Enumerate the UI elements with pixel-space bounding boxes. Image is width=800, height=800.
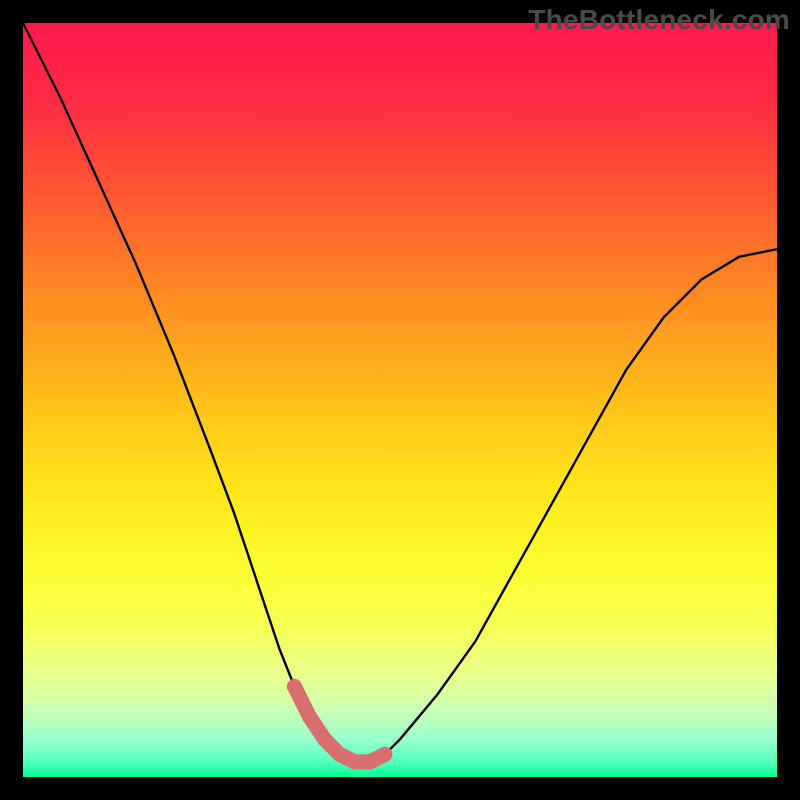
chart-background-gradient <box>23 23 777 777</box>
bottleneck-chart <box>23 23 777 777</box>
trough-marker-dot <box>347 754 362 769</box>
trough-marker-dot <box>377 747 392 762</box>
trough-marker-dot <box>332 747 347 762</box>
trough-marker-dot <box>317 732 332 747</box>
trough-marker-dot <box>362 754 377 769</box>
watermark-text: TheBottleneck.com <box>528 4 790 36</box>
trough-marker-dot <box>302 709 317 724</box>
chart-stage: TheBottleneck.com <box>0 0 800 800</box>
chart-svg <box>23 23 777 777</box>
trough-marker-dot <box>287 679 302 694</box>
